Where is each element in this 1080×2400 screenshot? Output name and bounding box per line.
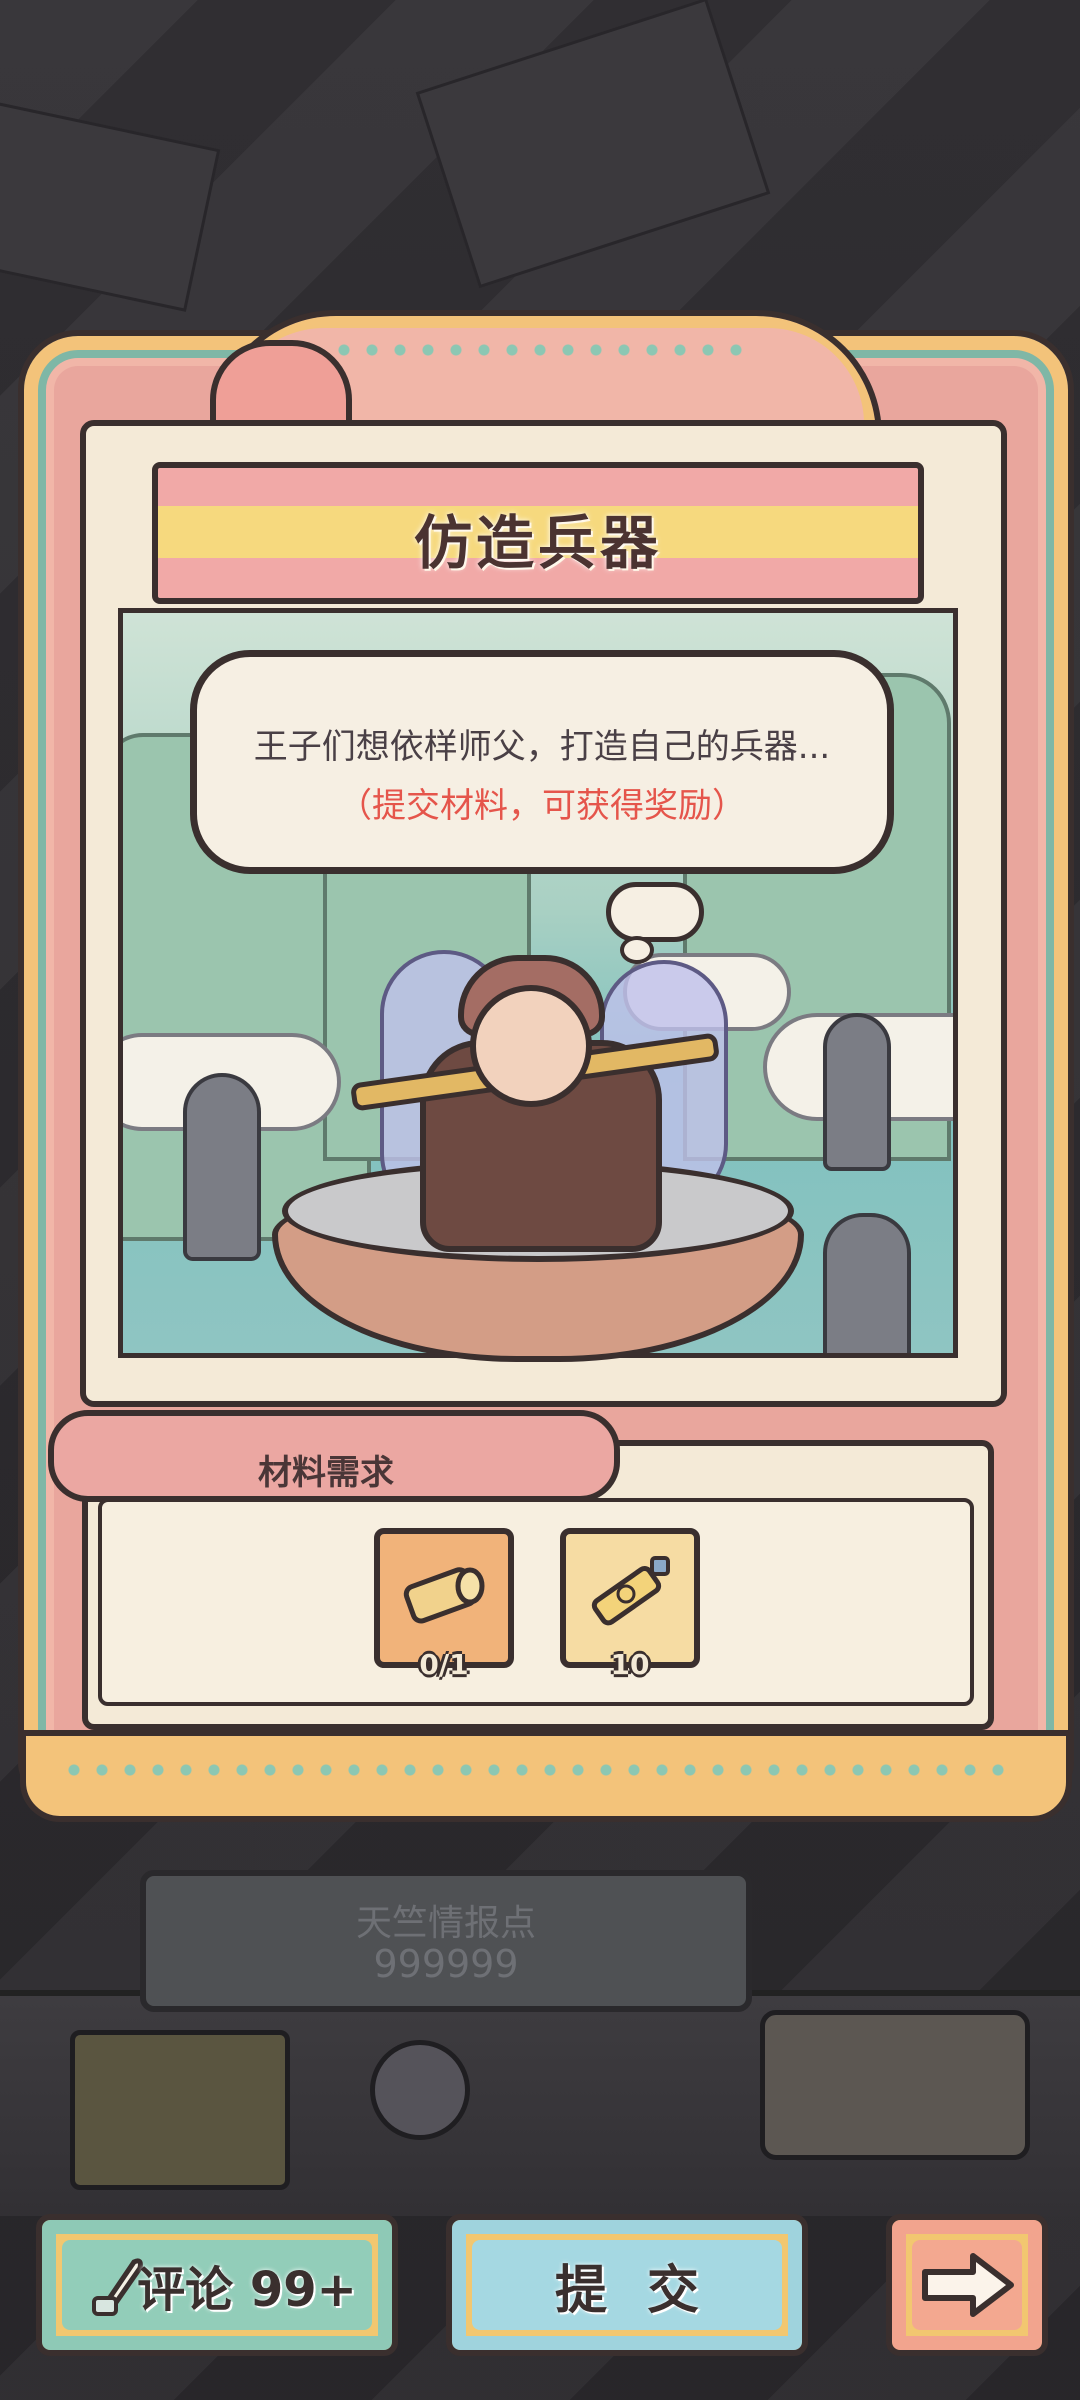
material-count: 0/1 bbox=[419, 1648, 469, 1681]
submit-button[interactable]: 提交 bbox=[446, 2214, 808, 2356]
next-button[interactable] bbox=[886, 2214, 1048, 2356]
quill-icon bbox=[92, 2258, 143, 2316]
glue-tube-icon bbox=[591, 1556, 670, 1626]
title-banner: 仿造兵器 bbox=[152, 462, 924, 604]
intel-points-value: 999999 bbox=[373, 1942, 519, 1986]
arrow-right-icon bbox=[922, 2253, 1014, 2317]
magnifier-prop bbox=[370, 2040, 470, 2140]
intel-points-label: 天竺情报点 bbox=[355, 1903, 536, 1944]
material-count: 10 bbox=[610, 1648, 650, 1681]
intel-points-plate: 天竺情报点 999999 bbox=[140, 1870, 752, 2012]
material-item-wood[interactable] bbox=[374, 1528, 514, 1668]
thought-bubble bbox=[620, 936, 654, 964]
quest-title: 仿造兵器 bbox=[413, 509, 662, 577]
materials-label: 材料需求 bbox=[258, 1453, 394, 1493]
speech-bubble: 王子们想依样师父，打造自己的兵器... （提交材料，可获得奖励） bbox=[190, 650, 894, 874]
frame-ornament bbox=[330, 340, 750, 360]
frame-ornament bbox=[60, 1760, 1020, 1780]
jewel-box-prop bbox=[760, 2010, 1030, 2160]
material-item-tube[interactable] bbox=[560, 1528, 700, 1668]
prince-face bbox=[470, 985, 592, 1107]
thought-bubble bbox=[606, 882, 704, 942]
comment-button[interactable]: 评论 99+ bbox=[36, 2214, 398, 2356]
speech-hint: （提交材料，可获得奖励） bbox=[338, 786, 746, 826]
submit-button-label: 提交 bbox=[554, 2260, 739, 2321]
speech-text: 王子们想依样师父，打造自己的兵器... bbox=[253, 727, 831, 767]
materials-slot-area bbox=[98, 1498, 974, 1706]
chest-prop bbox=[70, 2030, 290, 2190]
comment-button-label: 评论 99+ bbox=[137, 2262, 357, 2318]
wood-log-icon bbox=[403, 1567, 485, 1624]
